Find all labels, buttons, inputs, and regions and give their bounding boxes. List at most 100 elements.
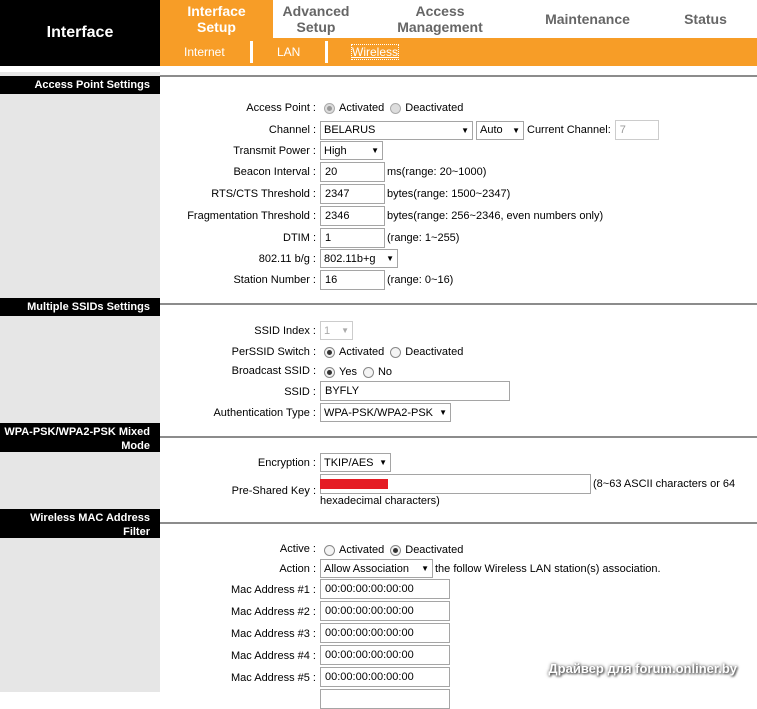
radio-label: Deactivated [405, 346, 464, 358]
broadcast-ssid-label: Broadcast SSID : [231, 365, 316, 377]
tab-label: Access Management [397, 3, 483, 35]
encryption-label: Encryption : [257, 457, 316, 469]
subtab-wireless[interactable]: Wireless [328, 38, 428, 66]
broadcast-no-radio[interactable] [362, 366, 374, 378]
ssid-label: SSID : [284, 386, 316, 398]
section-multiple-ssids-settings: Multiple SSIDs Settings [0, 298, 160, 316]
fragmentation-field[interactable]: 2346 [320, 206, 385, 226]
select-value: High [324, 144, 347, 157]
tab-label: Advanced Setup [282, 3, 350, 35]
select-value: 802.11b+g [324, 252, 376, 265]
mac-address-6-field[interactable] [320, 689, 450, 709]
mac-address-2-label: Mac Address #2 : [231, 606, 316, 618]
dtim-label: DTIM : [283, 232, 316, 244]
watermark: Драйвер для forum.onliner.by [548, 661, 737, 676]
chevron-down-icon: ▼ [379, 458, 387, 467]
tab-status[interactable]: Status [654, 0, 757, 38]
current-channel-field: 7 [614, 120, 659, 140]
tab-label: Maintenance [545, 11, 630, 27]
access-point-activated-radio[interactable] [324, 102, 335, 114]
subtab-label: Wireless [350, 44, 400, 60]
transmit-power-select[interactable]: High ▼ [320, 141, 383, 160]
dtim-hint: (range: 1~255) [387, 232, 460, 244]
mac-address-2-control: 00:00:00:00:00:00 [320, 601, 450, 621]
fragmentation-label: Fragmentation Threshold : [187, 210, 316, 222]
tab-label: Status [684, 11, 727, 27]
mac-address-3-label: Mac Address #3 : [231, 628, 316, 640]
dtim-field[interactable]: 1 [320, 228, 385, 248]
section-wpa-psk-mixed-mode: WPA-PSK/WPA2-PSK Mixed Mode [0, 423, 160, 452]
mac-address-4-field[interactable]: 00:00:00:00:00:00 [320, 645, 450, 665]
tab-interface-setup[interactable]: Interface Setup [160, 0, 273, 38]
mac-filter-active-control: Activated Deactivated [324, 544, 463, 556]
left-sidebar [0, 72, 160, 692]
authentication-type-label: Authentication Type : [213, 407, 316, 419]
perssid-deactivated-radio[interactable] [390, 346, 402, 358]
authentication-type-control: WPA-PSK/WPA2-PSK ▼ [320, 403, 451, 422]
select-value: WPA-PSK/WPA2-PSK [324, 406, 434, 419]
station-number-field[interactable]: 16 [320, 270, 385, 290]
subtab-internet[interactable]: Internet [160, 38, 250, 66]
radio-label: Deactivated [405, 544, 464, 556]
wireless-mode-select[interactable]: 802.11b+g ▼ [320, 249, 398, 268]
section-wireless-mac-filter: Wireless MAC Address Filter [0, 509, 160, 538]
section-divider [160, 303, 757, 305]
tab-advanced-setup[interactable]: Advanced Setup [273, 0, 359, 38]
mac-address-5-control: 00:00:00:00:00:00 [320, 667, 450, 687]
radio-label: Yes [339, 366, 357, 378]
channel-country-select[interactable]: BELARUS ▼ [320, 120, 473, 140]
mac-address-5-label: Mac Address #5 : [231, 672, 316, 684]
mac-address-3-field[interactable]: 00:00:00:00:00:00 [320, 623, 450, 643]
section-divider [160, 75, 757, 77]
beacon-interval-label: Beacon Interval : [233, 166, 316, 178]
chevron-down-icon: ▼ [341, 326, 349, 335]
current-channel-label: Current Channel: [527, 124, 611, 136]
radio-label: Deactivated [405, 102, 464, 114]
redacted-key-overlay [320, 479, 388, 489]
channel-mode-select[interactable]: Auto ▼ [476, 120, 524, 140]
radio-label: Activated [339, 346, 385, 358]
select-value: Allow Association [324, 562, 409, 575]
dtim-control: 1 (range: 1~255) [320, 228, 459, 248]
radio-label: Activated [339, 544, 385, 556]
mac-address-3-control: 00:00:00:00:00:00 [320, 623, 450, 643]
section-divider [160, 522, 757, 524]
perssid-activated-radio[interactable] [324, 346, 335, 358]
access-point-control: Activated Deactivated [324, 102, 463, 114]
mac-filter-deactivated-radio[interactable] [390, 544, 402, 556]
tab-access-management[interactable]: Access Management [359, 0, 521, 38]
mac-address-1-field[interactable]: 00:00:00:00:00:00 [320, 579, 450, 599]
authentication-type-select[interactable]: WPA-PSK/WPA2-PSK ▼ [320, 403, 451, 422]
mac-filter-action-select[interactable]: Allow Association ▼ [320, 559, 433, 578]
ssid-field[interactable]: BYFLY [320, 381, 510, 401]
chevron-down-icon: ▼ [371, 146, 379, 155]
mac-filter-action-label: Action : [279, 563, 316, 575]
chevron-down-icon: ▼ [461, 125, 469, 135]
beacon-interval-control: 20 ms(range: 20~1000) [320, 162, 486, 182]
perssid-switch-control: Activated Deactivated [324, 346, 463, 358]
select-value: Auto [480, 124, 503, 136]
mac-address-2-field[interactable]: 00:00:00:00:00:00 [320, 601, 450, 621]
transmit-power-label: Transmit Power : [233, 145, 316, 157]
tab-maintenance[interactable]: Maintenance [521, 0, 654, 38]
encryption-select[interactable]: TKIP/AES ▼ [320, 453, 391, 472]
mac-filter-activated-radio[interactable] [324, 544, 335, 556]
beacon-interval-field[interactable]: 20 [320, 162, 385, 182]
top-navigation: Interface Setup Advanced Setup Access Ma… [160, 0, 757, 38]
select-value: 1 [324, 324, 331, 337]
mac-address-5-field[interactable]: 00:00:00:00:00:00 [320, 667, 450, 687]
subtab-label: LAN [277, 45, 301, 59]
broadcast-yes-radio[interactable] [324, 366, 335, 378]
subtab-lan[interactable]: LAN [253, 38, 325, 66]
ssid-index-select[interactable]: 1 ▼ [320, 321, 353, 340]
station-number-control: 16 (range: 0~16) [320, 270, 453, 290]
encryption-control: TKIP/AES ▼ [320, 453, 391, 472]
chevron-down-icon: ▼ [439, 408, 447, 417]
radio-label: Activated [339, 102, 385, 114]
access-point-deactivated-radio[interactable] [390, 102, 402, 114]
rts-threshold-field[interactable]: 2347 [320, 184, 385, 204]
mac-address-4-label: Mac Address #4 : [231, 650, 316, 662]
chevron-down-icon: ▼ [421, 564, 429, 573]
mac-address-4-control: 00:00:00:00:00:00 [320, 645, 450, 665]
subtab-label: Internet [184, 45, 225, 59]
